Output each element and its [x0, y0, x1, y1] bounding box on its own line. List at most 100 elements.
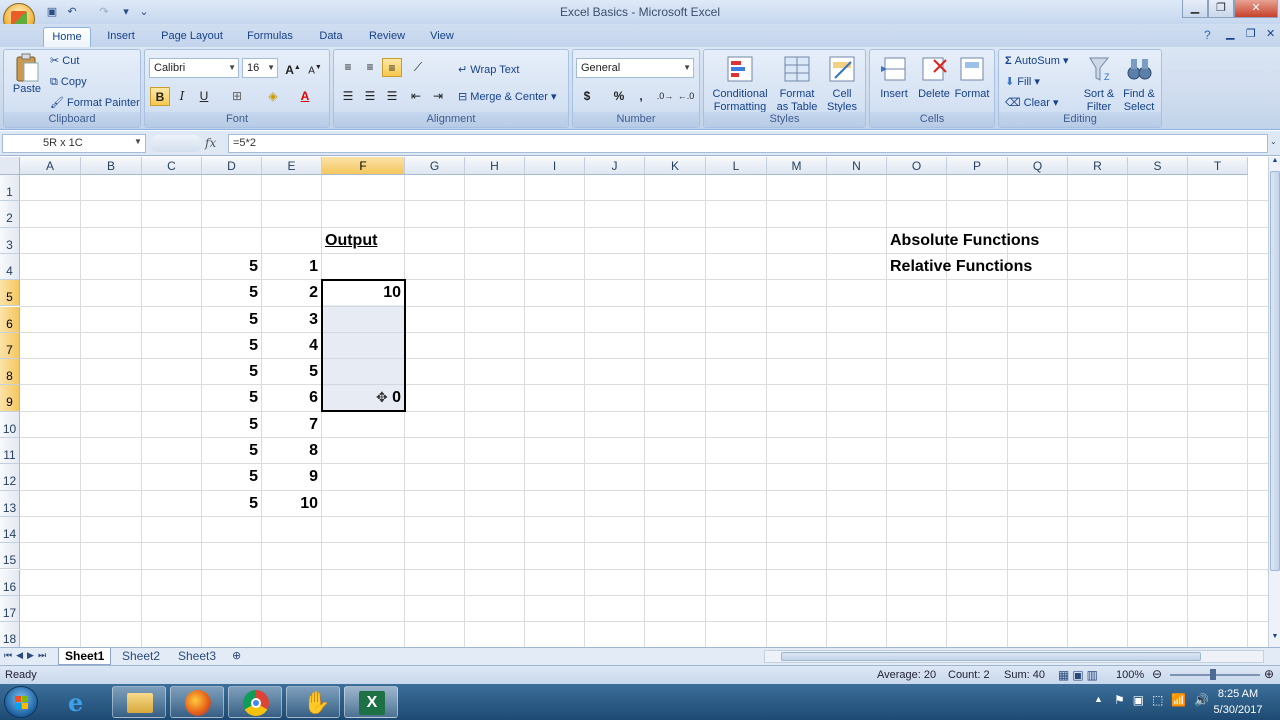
row-header-12[interactable]: 12 [0, 464, 20, 491]
sheet-nav-arrows[interactable]: ⏮◀▶⏭ [4, 650, 50, 661]
row-header-8[interactable]: 8 [0, 359, 20, 386]
column-header-d[interactable]: D [202, 157, 262, 175]
row-header-18[interactable]: 18 [0, 622, 20, 647]
vertical-scrollbar[interactable]: ▲ ▼ [1268, 157, 1280, 647]
column-header-h[interactable]: H [465, 157, 525, 175]
cell-o4[interactable]: Relative Functions [890, 254, 1032, 280]
fill-button[interactable]: ⬇ Fill ▾ [1005, 76, 1040, 89]
cell-d7[interactable]: 5 [202, 333, 258, 359]
row-header-13[interactable]: 13 [0, 490, 20, 517]
align-left-icon[interactable]: ☰ [338, 87, 358, 106]
column-header-a[interactable]: A [20, 157, 81, 175]
horizontal-scrollbar[interactable] [764, 650, 1264, 663]
cell-e10[interactable]: 7 [262, 412, 318, 438]
cell-f9[interactable]: 0 [322, 385, 401, 411]
insert-cells-button[interactable]: Insert [874, 54, 914, 101]
cell-d6[interactable]: 5 [202, 307, 258, 333]
cell-d8[interactable]: 5 [202, 359, 258, 385]
format-as-table-button[interactable]: Format as Table [772, 54, 822, 114]
chrome-icon[interactable] [228, 686, 282, 718]
align-bottom-icon[interactable]: ≡ [382, 58, 402, 77]
grow-font-icon[interactable]: A▲ [283, 59, 303, 78]
currency-button[interactable]: $ [577, 87, 597, 106]
zoom-in-icon[interactable]: ⊕ [1264, 667, 1274, 681]
tab-page-layout[interactable]: Page Layout [155, 27, 229, 47]
worksheet-grid[interactable]: ABCDEFGHIJKLMNOPQRST 1 2 3 4 5 6 7 8 9 10 11 12 13 14… [0, 157, 1268, 647]
cell-e5[interactable]: 2 [262, 280, 318, 306]
scroll-down-icon[interactable]: ▼ [1270, 633, 1280, 645]
fill-color-icon[interactable]: ◈ [263, 87, 283, 106]
save-icon[interactable]: ▣ [44, 4, 60, 20]
copy-button[interactable]: ⧉ Copy [50, 76, 87, 89]
row-header-9[interactable]: 9 [0, 385, 20, 412]
column-header-l[interactable]: L [706, 157, 767, 175]
view-buttons[interactable]: ▦▣▥ [1058, 668, 1101, 682]
vertical-scroll-thumb[interactable] [1270, 171, 1280, 571]
number-format-combo[interactable]: General ▼ [576, 58, 694, 78]
column-header-m[interactable]: M [767, 157, 827, 175]
cell-f5[interactable]: 10 [322, 280, 401, 306]
select-all-corner[interactable] [0, 157, 20, 175]
column-header-i[interactable]: I [525, 157, 585, 175]
workbook-minimize-icon[interactable]: ▁ [1226, 27, 1234, 40]
column-header-c[interactable]: C [142, 157, 202, 175]
font-name-combo[interactable]: Calibri ▼ [149, 58, 239, 78]
row-header-17[interactable]: 17 [0, 595, 20, 623]
column-header-o[interactable]: O [887, 157, 947, 175]
column-header-e[interactable]: E [262, 157, 322, 175]
row-header-14[interactable]: 14 [0, 516, 20, 544]
cell-d5[interactable]: 5 [202, 280, 258, 306]
underline-button[interactable]: U [194, 87, 214, 106]
wrap-text-button[interactable]: ↵ Wrap Text [458, 64, 519, 77]
format-cells-button[interactable]: Format [952, 54, 992, 101]
row-header-16[interactable]: 16 [0, 569, 20, 596]
customize-icon[interactable]: ⌄ [136, 4, 152, 20]
row-header-2[interactable]: 2 [0, 201, 20, 228]
column-header-t[interactable]: T [1188, 157, 1248, 175]
column-header-f[interactable]: F [322, 157, 405, 175]
find-select-button[interactable]: Find & Select [1119, 54, 1159, 114]
column-header-r[interactable]: R [1068, 157, 1128, 175]
cell-d13[interactable]: 5 [202, 491, 258, 517]
excel-taskbar-icon[interactable]: X [344, 686, 398, 718]
cell-d11[interactable]: 5 [202, 438, 258, 464]
cell-d9[interactable]: 5 [202, 385, 258, 411]
column-header-p[interactable]: P [947, 157, 1008, 175]
italic-button[interactable]: I [172, 87, 192, 106]
scroll-up-icon[interactable]: ▲ [1270, 157, 1280, 169]
sheet-tab-2[interactable]: Sheet2 [116, 648, 166, 665]
cell-o3[interactable]: Absolute Functions [890, 228, 1039, 254]
comma-button[interactable]: , [631, 87, 651, 106]
conditional-formatting-button[interactable]: Conditional Formatting [708, 54, 772, 114]
clock-time[interactable]: 8:25 AM [1208, 688, 1268, 700]
clear-button[interactable]: ⌫ Clear ▾ [1005, 97, 1059, 110]
cell-e4[interactable]: 1 [262, 254, 318, 280]
tab-review[interactable]: Review [362, 27, 412, 47]
horizontal-scroll-thumb[interactable] [781, 652, 1201, 661]
qat-dropdown-icon[interactable]: ▾ [118, 4, 134, 20]
percent-button[interactable]: % [609, 87, 629, 106]
minimize-button[interactable]: ▁ [1182, 0, 1208, 18]
column-header-k[interactable]: K [645, 157, 706, 175]
sheet-tab-3[interactable]: Sheet3 [172, 648, 222, 665]
tray-icons[interactable]: ⚑▣⬚📶🔊 [1114, 693, 1217, 707]
shrink-font-icon[interactable]: A▼ [305, 59, 325, 78]
borders-icon[interactable]: ⊞ [227, 87, 247, 106]
zoom-slider-thumb[interactable] [1210, 669, 1216, 680]
row-header-7[interactable]: 7 [0, 332, 20, 360]
cell-e9[interactable]: 6 [262, 385, 318, 411]
row-header-15[interactable]: 15 [0, 543, 20, 570]
cell-e11[interactable]: 8 [262, 438, 318, 464]
row-header-1[interactable]: 1 [0, 175, 20, 202]
merge-center-button[interactable]: ⊟ Merge & Center ▾ [458, 91, 557, 104]
font-size-combo[interactable]: 16 ▼ [242, 58, 278, 78]
increase-decimal-icon[interactable]: .0→ [655, 87, 675, 106]
file-explorer-icon[interactable] [112, 686, 166, 718]
row-header-3[interactable]: 3 [0, 227, 20, 254]
increase-indent-icon[interactable]: ⇥ [428, 87, 448, 106]
cut-button[interactable]: ✂ Cut [50, 55, 79, 68]
row-header-5[interactable]: 5 [0, 280, 20, 307]
cell-d4[interactable]: 5 [202, 254, 258, 280]
column-header-g[interactable]: G [405, 157, 465, 175]
cell-e13[interactable]: 10 [262, 491, 318, 517]
